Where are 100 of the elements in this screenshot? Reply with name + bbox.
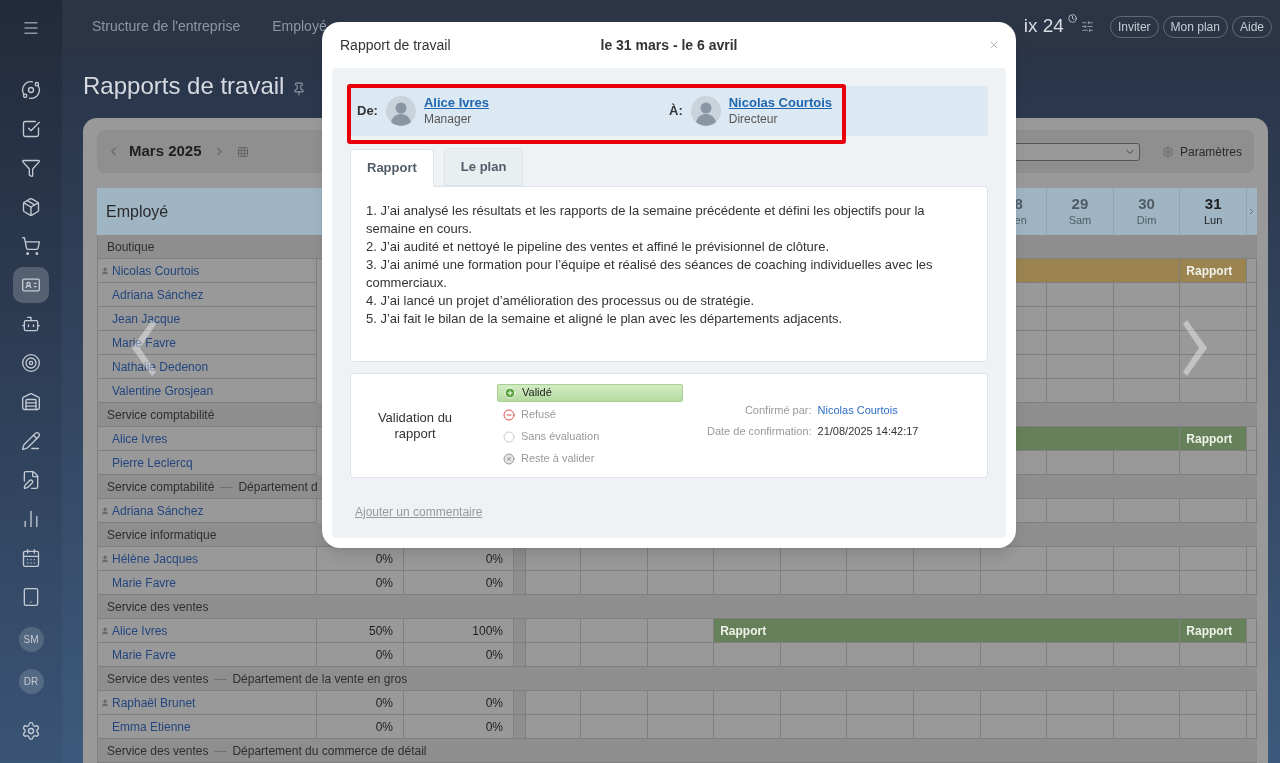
day-cell[interactable] — [980, 571, 1048, 595]
day-cell[interactable] — [714, 547, 781, 571]
day-cell[interactable] — [847, 547, 914, 571]
day-cell[interactable] — [647, 715, 715, 739]
day-cell[interactable] — [1047, 547, 1114, 571]
day-cell[interactable] — [1180, 691, 1247, 715]
day-cell[interactable] — [1113, 715, 1181, 739]
employee-name[interactable]: Alice Ivres — [112, 621, 168, 640]
day-cell[interactable] — [526, 691, 581, 715]
validation-option[interactable]: Reste à valider — [497, 449, 683, 468]
top-nav-tab[interactable]: Structure de l'entreprise — [92, 16, 241, 38]
day-cell[interactable] — [1047, 307, 1114, 331]
day-cell[interactable] — [1180, 547, 1247, 571]
employee-name[interactable]: Marie Favre — [112, 645, 176, 664]
day-cell[interactable] — [1180, 355, 1247, 379]
day-cell[interactable] — [847, 643, 914, 667]
user-avatar[interactable]: SM — [18, 626, 44, 652]
next-slide-icon[interactable] — [1183, 320, 1209, 376]
employee-name[interactable]: Adriana Sánchez — [112, 501, 204, 520]
day-cell[interactable] — [847, 691, 914, 715]
day-cell[interactable] — [1180, 451, 1247, 475]
employee-name[interactable]: Adriana Sánchez — [112, 285, 204, 304]
add-comment-link[interactable]: Ajouter un commentaire — [355, 503, 483, 521]
day-cell[interactable] — [581, 643, 648, 667]
sliders-icon[interactable] — [1080, 20, 1094, 34]
nav-item[interactable] — [13, 267, 49, 303]
employee-name[interactable]: Raphaël Brunet — [112, 693, 196, 712]
report-bar[interactable]: Rapport — [714, 619, 1181, 643]
day-cell[interactable] — [1113, 307, 1181, 331]
day-cell[interactable] — [1113, 451, 1181, 475]
day-cell[interactable] — [581, 691, 648, 715]
day-cell[interactable] — [913, 571, 981, 595]
validation-option[interactable]: Validé — [497, 383, 683, 402]
day-cell[interactable] — [1180, 307, 1247, 331]
day-cell[interactable] — [1180, 499, 1247, 523]
day-cell[interactable] — [1047, 715, 1114, 739]
day-cell[interactable] — [1113, 547, 1181, 571]
report-bar[interactable] — [1014, 427, 1181, 451]
settings-icon[interactable] — [21, 721, 41, 741]
day-cell[interactable] — [526, 571, 581, 595]
day-cell[interactable] — [1047, 571, 1114, 595]
day-cell[interactable] — [526, 547, 581, 571]
employee-name[interactable]: Jean Jacque — [112, 309, 181, 328]
day-cell[interactable] — [1180, 331, 1247, 355]
pin-icon[interactable] — [292, 81, 307, 96]
day-cell[interactable] — [913, 691, 981, 715]
day-cell[interactable] — [1113, 355, 1181, 379]
dialog-tab[interactable]: Le plan — [443, 148, 524, 186]
day-cell[interactable] — [913, 715, 981, 739]
day-cell[interactable] — [1047, 643, 1114, 667]
day-cell[interactable] — [1180, 283, 1247, 307]
day-cell[interactable] — [647, 571, 715, 595]
day-cell[interactable] — [647, 643, 715, 667]
day-cell[interactable] — [1047, 355, 1114, 379]
day-cell[interactable] — [647, 619, 715, 643]
close-icon[interactable] — [988, 39, 1000, 51]
day-cell[interactable] — [1180, 571, 1247, 595]
dialog-tab[interactable]: Rapport — [350, 149, 434, 187]
top-nav-tab[interactable]: Employé — [272, 16, 327, 38]
calendar-grid-icon[interactable] — [236, 145, 249, 158]
day-cell[interactable] — [780, 643, 848, 667]
menu-icon[interactable] — [22, 19, 40, 37]
day-cell[interactable] — [714, 715, 781, 739]
day-cell[interactable] — [1047, 283, 1114, 307]
report-bar[interactable] — [1014, 259, 1181, 283]
day-cell[interactable] — [526, 715, 581, 739]
employee-name[interactable]: Marie Favre — [112, 333, 176, 352]
settings-button[interactable]: Paramètres — [1161, 142, 1242, 161]
day-cell[interactable] — [1047, 691, 1114, 715]
validation-option[interactable]: Refusé — [497, 405, 683, 424]
day-cell[interactable] — [1047, 331, 1114, 355]
day-cell[interactable] — [780, 715, 848, 739]
day-cell[interactable] — [847, 715, 914, 739]
employee-name[interactable]: Emma Etienne — [112, 717, 191, 736]
day-cell[interactable] — [980, 643, 1048, 667]
employee-name[interactable]: Nicolas Courtois — [112, 261, 200, 280]
report-bar[interactable]: Rapport — [1180, 259, 1247, 283]
employee-name[interactable]: Valentine Grosjean — [112, 381, 214, 400]
day-cell[interactable] — [1113, 283, 1181, 307]
day-cell[interactable] — [1113, 379, 1181, 403]
employee-name[interactable]: Pierre Leclercq — [112, 453, 193, 472]
day-cell[interactable] — [647, 691, 715, 715]
day-cell[interactable] — [1113, 499, 1181, 523]
day-cell[interactable] — [714, 691, 781, 715]
day-cell[interactable] — [1047, 451, 1114, 475]
day-cell[interactable] — [780, 691, 848, 715]
employee-name[interactable]: Marie Favre — [112, 573, 176, 592]
validation-option[interactable]: Sans évaluation — [497, 427, 683, 446]
day-cell[interactable] — [1113, 331, 1181, 355]
day-cell[interactable] — [1180, 379, 1247, 403]
person-link[interactable]: Alice Ivres — [423, 95, 489, 111]
day-cell[interactable] — [780, 571, 848, 595]
report-bar[interactable]: Rapport — [1180, 619, 1247, 643]
user-avatar[interactable]: DR — [18, 668, 44, 694]
day-cell[interactable] — [1180, 715, 1247, 739]
day-cell[interactable] — [1047, 379, 1114, 403]
day-cell[interactable] — [526, 643, 581, 667]
day-cell[interactable] — [1047, 499, 1114, 523]
day-cell[interactable] — [714, 571, 781, 595]
report-bar[interactable]: Rapport — [1180, 427, 1247, 451]
